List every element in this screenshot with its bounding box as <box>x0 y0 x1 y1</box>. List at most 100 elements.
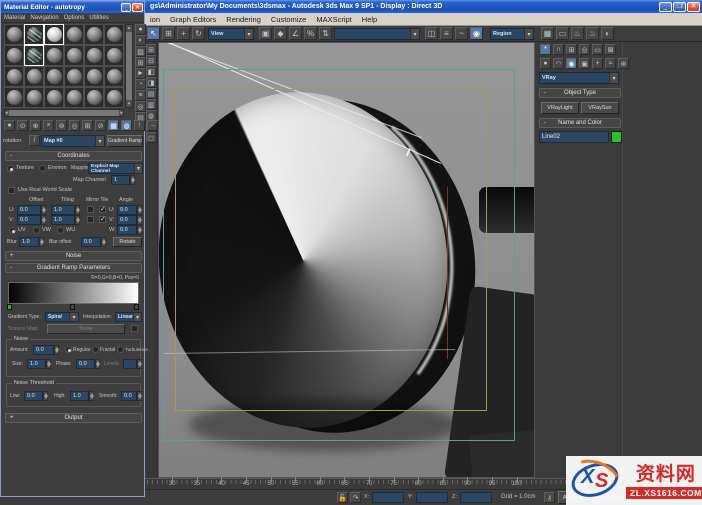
sample-type-icon[interactable]: ● <box>135 24 146 35</box>
view-dropdown[interactable]: View ▾ <box>208 28 254 40</box>
material-sample-slot[interactable] <box>64 24 84 45</box>
gradient-type-dropdown[interactable]: Spiral ▾ <box>45 312 79 322</box>
geometry-category-icon[interactable]: ● <box>540 58 551 69</box>
object-color-swatch[interactable] <box>611 131 622 143</box>
scroll-down-icon[interactable]: ▾ <box>128 101 131 107</box>
vraylight-button[interactable]: VRayLight <box>541 102 579 114</box>
assign-material-to-selection-icon[interactable]: ⊕ <box>30 120 41 131</box>
rotate-button[interactable]: Rotate <box>113 237 142 247</box>
pick-material-eyedropper-icon[interactable]: / <box>29 135 40 146</box>
real-world-checkbox[interactable] <box>8 187 15 194</box>
angle-snap-icon[interactable]: ∠ <box>289 27 302 40</box>
object-type-rollout[interactable]: - Object Type <box>539 88 621 98</box>
absolute-mode-icon[interactable]: ↷ <box>350 492 361 503</box>
cameras-category-icon[interactable]: ▣ <box>579 58 590 69</box>
levels-spinner[interactable] <box>123 359 142 369</box>
render-type-icon[interactable]: ▭ <box>556 27 569 40</box>
blur-spinner[interactable]: 1.0 <box>19 237 44 247</box>
material-sample-slot[interactable] <box>64 66 84 87</box>
select-and-move-icon[interactable]: + <box>177 27 190 40</box>
curve-editor-icon[interactable]: ~ <box>455 27 468 40</box>
object-category-dropdown[interactable]: VRay ▾ <box>539 72 619 84</box>
gradient-flag-mid[interactable] <box>70 304 75 310</box>
side-toolbar-icon[interactable]: ◧ <box>145 66 157 77</box>
x-coordinate-field[interactable] <box>372 492 404 503</box>
material-sample-slot[interactable] <box>64 45 84 66</box>
scroll-right-icon[interactable]: ▸ <box>120 110 123 116</box>
gradient-ramp-parameters-rollout[interactable]: - Gradient Ramp Parameters <box>5 263 142 273</box>
side-toolbar-icon[interactable]: ⊟ <box>145 55 157 66</box>
turbulence-radio[interactable] <box>117 346 124 353</box>
exposure-control-icon[interactable]: ◐ <box>601 27 614 40</box>
material-type-button[interactable]: Gradient Ramp <box>107 135 143 147</box>
amount-spinner[interactable]: 0.0 <box>33 345 59 355</box>
gradient-flag-end[interactable] <box>134 304 139 310</box>
menu-item[interactable]: Graph Editors <box>170 15 216 24</box>
get-material-icon[interactable]: ● <box>4 120 15 131</box>
u-tile-checkbox[interactable] <box>99 205 106 213</box>
object-name-field[interactable]: Line02 <box>539 131 609 143</box>
v-offset-spinner[interactable]: 0.0 <box>17 215 46 225</box>
high-spinner[interactable]: 1.0 <box>70 391 94 401</box>
menu-item[interactable]: Customize <box>271 15 306 24</box>
material-sample-slot[interactable] <box>84 66 104 87</box>
menu-item[interactable]: Help <box>362 15 377 24</box>
coordinates-rollout[interactable]: - Coordinates <box>5 151 142 161</box>
named-selection-set-dropdown[interactable]: ▾ <box>334 28 420 40</box>
material-sample-slot[interactable] <box>4 45 24 66</box>
material-sample-slot[interactable] <box>44 66 64 87</box>
make-preview-icon[interactable]: ◔ <box>135 79 146 90</box>
minimize-button[interactable]: _ <box>659 1 672 12</box>
u-angle-spinner[interactable]: 0.0 <box>117 205 142 215</box>
material-sample-slot[interactable] <box>4 66 24 87</box>
side-toolbar-icon[interactable]: ⊞ <box>145 44 157 55</box>
u-mirror-checkbox[interactable] <box>87 206 94 213</box>
v-angle-spinner[interactable]: 0.0 <box>117 215 142 225</box>
v-tile-checkbox[interactable] <box>99 215 106 223</box>
side-toolbar-icon[interactable]: ◨ <box>145 77 157 88</box>
quick-render-icon[interactable]: ♨ <box>571 27 584 40</box>
material-sample-slot[interactable] <box>4 24 24 45</box>
gradient-ramp-bar[interactable] <box>8 282 139 304</box>
material-sample-slot[interactable] <box>104 45 124 66</box>
region-dropdown[interactable]: Region ▾ <box>490 28 534 40</box>
slots-vertical-scrollbar[interactable]: ▴ ▾ <box>125 24 133 108</box>
options-icon[interactable]: ≡ <box>135 90 146 101</box>
v-mirror-checkbox[interactable] <box>87 216 94 223</box>
space-warps-category-icon[interactable]: ≈ <box>605 58 616 69</box>
select-and-rotate-icon[interactable]: ↻ <box>192 27 205 40</box>
vw-radio[interactable] <box>33 227 40 234</box>
go-forward-to-sibling-icon[interactable]: → <box>147 120 158 131</box>
material-sample-slot[interactable] <box>24 87 44 108</box>
material-sample-slot[interactable] <box>44 87 64 108</box>
source-map-checkbox[interactable] <box>131 325 138 332</box>
put-to-library-icon[interactable]: ⊞ <box>82 120 93 131</box>
align-icon[interactable]: ≡ <box>440 27 453 40</box>
material-id-channel-icon[interactable]: ⊘ <box>95 120 106 131</box>
name-and-color-rollout[interactable]: - Name and Color <box>539 118 621 128</box>
map-channel-spinner[interactable]: 1 <box>111 175 135 185</box>
select-and-scale-icon[interactable]: ▣ <box>259 27 272 40</box>
material-name-dropdown[interactable]: Map #0 ▾ <box>41 135 105 147</box>
background-icon[interactable]: ▨ <box>135 46 146 57</box>
u-offset-spinner[interactable]: 0.0 <box>17 205 46 215</box>
material-sample-slot[interactable] <box>44 24 64 45</box>
size-spinner[interactable]: 1.0 <box>27 359 51 369</box>
reset-map-icon[interactable]: × <box>43 120 54 131</box>
scroll-up-icon[interactable]: ▴ <box>128 25 131 31</box>
material-sample-slot[interactable] <box>4 87 24 108</box>
menu-item[interactable]: MAXScript <box>316 15 351 24</box>
scroll-left-icon[interactable]: ◂ <box>5 110 8 116</box>
shapes-category-icon[interactable]: ◠ <box>553 58 564 69</box>
render-scene-dialog-icon[interactable]: ▦ <box>541 27 554 40</box>
fractal-radio[interactable] <box>92 346 99 353</box>
hierarchy-tab-icon[interactable]: ⊞ <box>566 44 577 55</box>
sample-uv-tiling-icon[interactable]: ⊞ <box>135 57 146 68</box>
z-coordinate-field[interactable] <box>460 492 492 503</box>
y-coordinate-field[interactable] <box>416 492 448 503</box>
mapping-dropdown[interactable]: Explicit Map Channel ▾ <box>88 163 143 174</box>
put-material-to-scene-icon[interactable]: ⊙ <box>17 120 28 131</box>
material-sample-slot[interactable] <box>84 87 104 108</box>
show-end-result-icon[interactable]: ◍ <box>121 120 132 131</box>
material-editor-icon[interactable]: ◉ <box>470 27 483 40</box>
